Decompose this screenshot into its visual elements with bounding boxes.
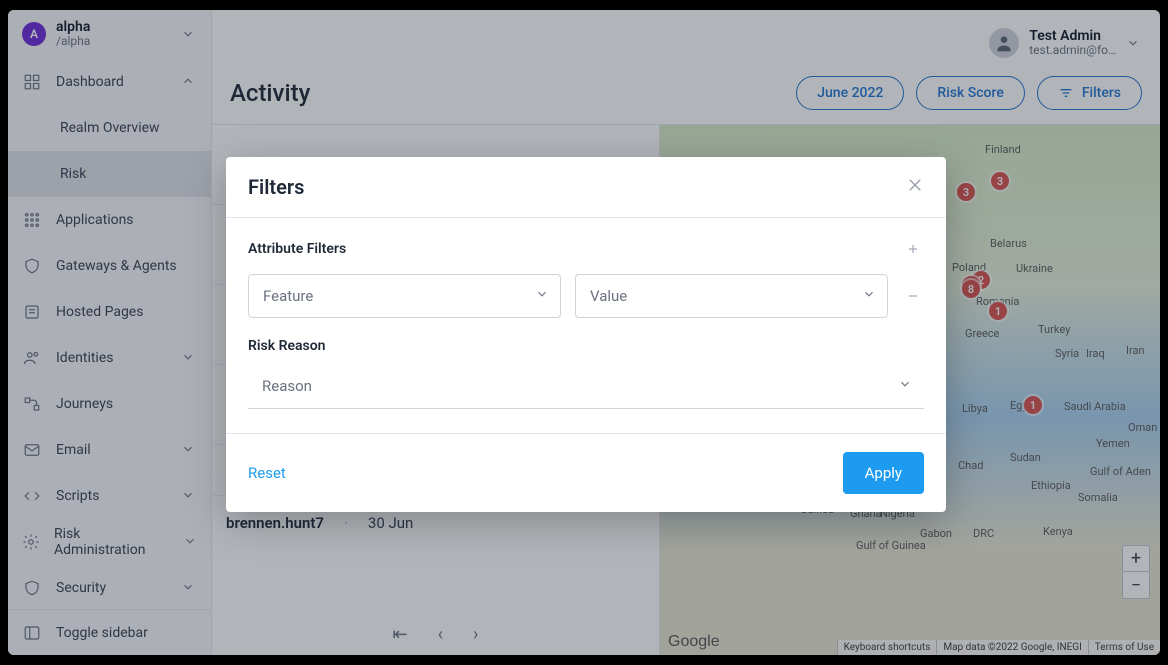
chevron-down-icon bbox=[862, 286, 878, 302]
apply-button[interactable]: Apply bbox=[843, 452, 924, 494]
chevron-down-icon bbox=[898, 376, 914, 392]
add-attribute-button[interactable] bbox=[902, 238, 924, 260]
filters-modal: Filters Attribute Filters Feature Value … bbox=[226, 157, 946, 512]
section-risk-reason: Risk Reason bbox=[248, 338, 924, 354]
remove-attribute-button[interactable] bbox=[902, 285, 924, 307]
section-attribute-filters: Attribute Filters bbox=[248, 241, 902, 257]
value-select[interactable]: Value bbox=[575, 274, 888, 318]
close-button[interactable] bbox=[906, 176, 924, 198]
chevron-down-icon bbox=[535, 286, 551, 302]
reset-button[interactable]: Reset bbox=[248, 464, 286, 482]
feature-select[interactable]: Feature bbox=[248, 274, 561, 318]
modal-title: Filters bbox=[248, 175, 906, 199]
reason-select[interactable]: Reason bbox=[248, 364, 924, 409]
